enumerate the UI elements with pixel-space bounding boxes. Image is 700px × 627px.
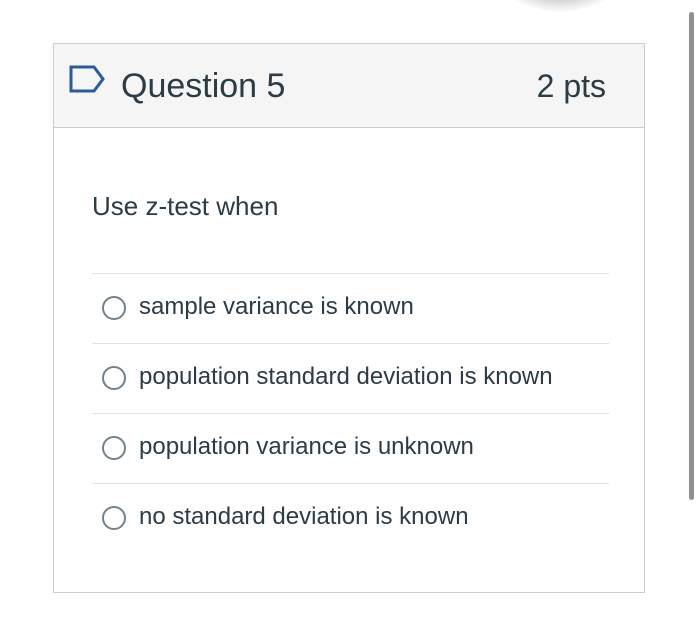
shadow-artifact bbox=[505, 0, 615, 12]
radio-button[interactable] bbox=[102, 296, 126, 320]
radio-button[interactable] bbox=[102, 366, 126, 390]
answer-option[interactable]: no standard deviation is known bbox=[92, 483, 609, 553]
answer-label[interactable]: sample variance is known bbox=[139, 292, 414, 322]
question-card: Question 5 2 pts Use z-test when sample … bbox=[53, 43, 645, 593]
radio-button[interactable] bbox=[102, 436, 126, 460]
question-title: Question 5 bbox=[121, 67, 286, 105]
question-prompt: Use z-test when bbox=[92, 191, 279, 221]
answer-list: sample variance is known population stan… bbox=[92, 273, 609, 553]
radio-button[interactable] bbox=[102, 506, 126, 530]
answer-label[interactable]: no standard deviation is known bbox=[139, 502, 469, 532]
question-header: Question 5 2 pts bbox=[54, 44, 644, 128]
answer-option[interactable]: population variance is unknown bbox=[92, 413, 609, 483]
answer-option[interactable]: sample variance is known bbox=[92, 273, 609, 343]
answer-label[interactable]: population standard deviation is known bbox=[139, 362, 553, 392]
answer-label[interactable]: population variance is unknown bbox=[139, 432, 474, 462]
answer-option[interactable]: population standard deviation is known bbox=[92, 343, 609, 413]
flag-icon[interactable] bbox=[68, 64, 106, 94]
question-points: 2 pts bbox=[536, 68, 606, 104]
scrollbar[interactable] bbox=[689, 12, 694, 500]
